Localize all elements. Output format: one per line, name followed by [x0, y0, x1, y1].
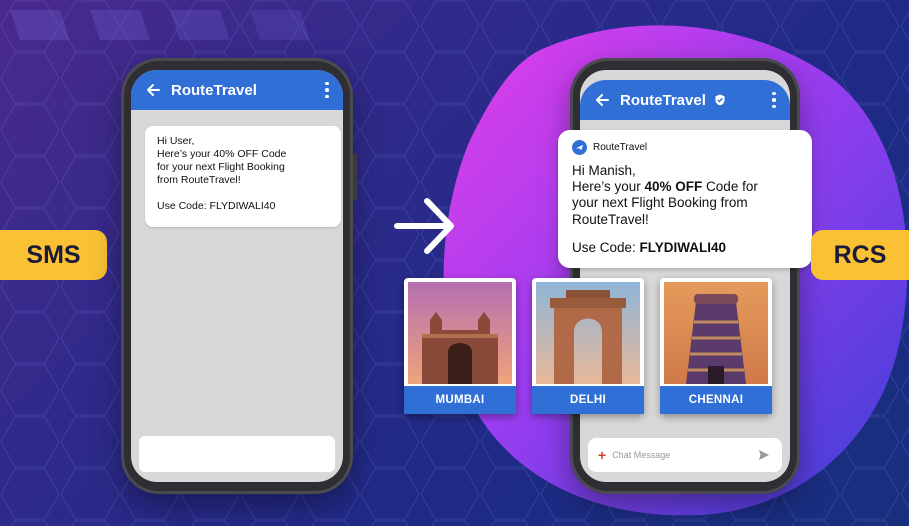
- rcs-message-card: RouteTravel Hi Manish, Here’s your 40% O…: [558, 130, 812, 268]
- brand-logo-icon: [572, 140, 587, 155]
- rcs-code-prefix: Use Code:: [572, 239, 640, 255]
- rcs-discount: 40% OFF: [644, 179, 703, 195]
- sms-code-line: Use Code: FLYDIWALI40: [157, 199, 276, 212]
- back-arrow-icon[interactable]: [145, 82, 161, 98]
- rcs-code-value: FLYDIWALI40: [639, 239, 727, 255]
- mumbai-photo: [408, 282, 512, 384]
- sms-line: for your next Flight Booking: [157, 161, 285, 174]
- rcs-line2-prefix: Here’s your: [572, 179, 645, 195]
- rcs-app-bar: RouteTravel: [580, 80, 790, 120]
- sms-line: Here’s your 40% OFF Code: [157, 148, 287, 161]
- rcs-line4: RouteTravel!: [572, 211, 649, 227]
- rcs-message-text: Hi Manish, Here’s your 40% OFF Code for …: [572, 163, 798, 256]
- sms-line: from RouteTravel!: [157, 174, 241, 187]
- rcs-line: Here’s your 40% OFF Code for: [572, 179, 798, 195]
- rcs-code-line: Use Code: FLYDIWALI40: [572, 240, 798, 256]
- sms-phone: RouteTravel Hi User, Here’s your 40% OFF…: [121, 58, 357, 494]
- chat-input-placeholder: Chat Message: [612, 450, 671, 460]
- sms-tag-label: SMS: [26, 240, 81, 269]
- sms-tag: SMS: [0, 230, 107, 280]
- verified-badge-icon: [715, 94, 725, 106]
- send-icon[interactable]: [758, 449, 770, 461]
- decorative-shapes: [10, 10, 310, 40]
- sms-message-input[interactable]: [139, 436, 335, 472]
- chennai-photo: [664, 282, 768, 384]
- city-card-chennai[interactable]: CHENNAI: [660, 278, 772, 414]
- sms-line: Hi User,: [157, 135, 195, 147]
- add-attachment-icon[interactable]: +: [598, 447, 606, 463]
- arrow-right-icon: [394, 198, 454, 254]
- more-menu-icon[interactable]: [772, 91, 776, 109]
- rcs-greeting: Hi Manish,: [572, 163, 636, 178]
- rcs-line3: your next Flight Booking from: [572, 195, 748, 211]
- rcs-tag: RCS: [811, 230, 909, 280]
- rcs-line2-suffix: Code for: [702, 179, 758, 195]
- brand-header: RouteTravel: [572, 140, 798, 155]
- rcs-tag-label: RCS: [833, 240, 887, 269]
- app-title: RouteTravel: [620, 91, 706, 109]
- sms-app-bar: RouteTravel: [131, 70, 343, 110]
- more-menu-icon[interactable]: [325, 81, 329, 99]
- city-card-delhi[interactable]: DELHI: [532, 278, 644, 414]
- promo-canvas: SMS RouteTravel Hi User, Here’s your 40%…: [0, 0, 909, 526]
- rcs-phone: RouteTravel RouteTravel Hi Manish, Here’…: [558, 58, 812, 494]
- city-label: CHENNAI: [660, 386, 772, 414]
- city-card-mumbai[interactable]: MUMBAI: [404, 278, 516, 414]
- sms-screen: RouteTravel Hi User, Here’s your 40% OFF…: [131, 70, 343, 482]
- brand-name: RouteTravel: [593, 142, 648, 153]
- city-label: MUMBAI: [404, 386, 516, 414]
- app-title: RouteTravel: [171, 81, 257, 99]
- chat-message-input[interactable]: + Chat Message: [588, 438, 782, 472]
- back-arrow-icon[interactable]: [594, 92, 610, 108]
- sms-message-bubble: Hi User, Here’s your 40% OFF Code for yo…: [145, 126, 341, 227]
- rcs-screen: RouteTravel RouteTravel Hi Manish, Here’…: [558, 70, 812, 482]
- city-label: DELHI: [532, 386, 644, 414]
- delhi-photo: [536, 282, 640, 384]
- phone-side-button: [353, 153, 357, 201]
